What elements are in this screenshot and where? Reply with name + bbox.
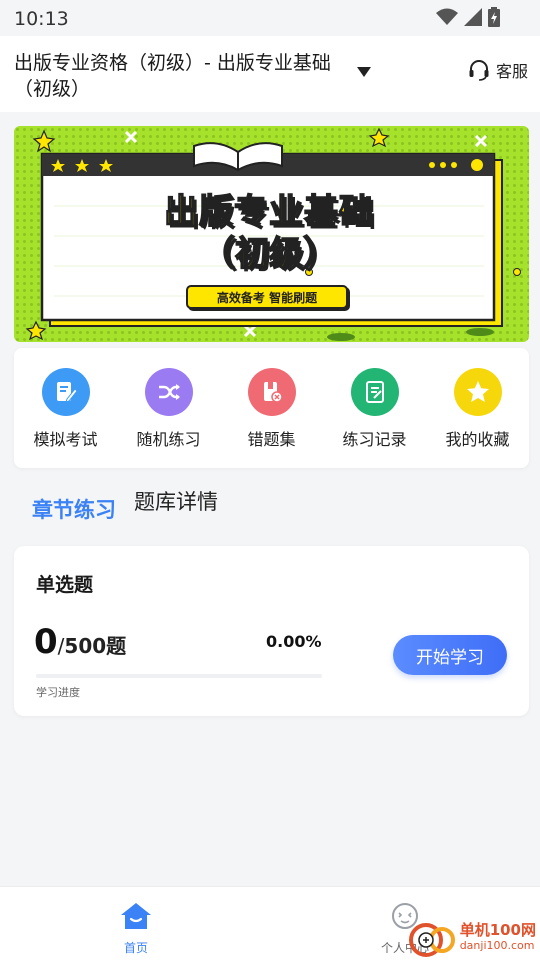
caret-down-icon[interactable] (356, 66, 372, 78)
headset-icon (469, 60, 489, 81)
status-icons (436, 7, 500, 27)
star-icon (453, 368, 502, 416)
start-study-button[interactable]: 开始学习 (393, 635, 507, 675)
content-tabs: 章节练习 题库详情 (32, 490, 218, 524)
shortcut-label: 模拟考试 (33, 430, 98, 449)
exam-icon (41, 368, 90, 416)
shortcut-panel: 模拟考试 随机练习 错题集 练习记录 我的收藏 (14, 348, 529, 468)
shortcut-mock-exam[interactable]: 模拟考试 (14, 368, 117, 450)
record-icon (350, 368, 399, 416)
shortcut-label: 错题集 (247, 430, 296, 449)
home-icon (121, 903, 151, 929)
shortcut-my-favorites[interactable]: 我的收藏 (426, 368, 529, 450)
shortcut-practice-record[interactable]: 练习记录 (323, 368, 426, 450)
tab-home[interactable]: 首页 (108, 901, 164, 956)
tab-chapter-practice[interactable]: 章节练习 (32, 494, 116, 524)
count-separator: / (57, 634, 65, 658)
question-type-card: 单选题 0 / 500 题 0.00% 学习进度 开始学习 (14, 546, 529, 716)
customer-service-button[interactable]: 客服 (468, 58, 528, 82)
watermark-logo-icon (408, 923, 455, 957)
progress-percent: 0.00% (266, 632, 322, 651)
progress-label: 学习进度 (36, 686, 80, 699)
watermark-url: danji100.com (459, 939, 535, 952)
signal-icon (464, 8, 482, 26)
questions-done: 0 (34, 622, 58, 662)
shortcut-label: 练习记录 (342, 430, 407, 449)
question-count: 0 / 500 题 (34, 622, 126, 662)
wifi-icon (436, 8, 458, 25)
progress-bar (36, 674, 322, 678)
shortcut-label: 我的收藏 (445, 430, 510, 449)
questions-unit: 题 (106, 634, 127, 658)
shortcut-random-practice[interactable]: 随机练习 (117, 368, 220, 450)
battery-icon (488, 7, 500, 27)
status-bar: 10:13 (0, 0, 540, 36)
wrong-questions-icon (247, 368, 296, 416)
questions-total: 500 (64, 634, 107, 658)
site-watermark: 单机100网 danji100.com (408, 918, 536, 958)
shuffle-icon (144, 368, 193, 416)
status-time: 10:13 (14, 8, 69, 30)
banner-title-line2: （初级） (200, 233, 338, 275)
app-header: 出版专业资格（初级）- 出版专业基础（初级） 客服 (0, 36, 540, 112)
shortcut-wrong-questions[interactable]: 错题集 (220, 368, 323, 450)
banner-tagline: 高效备考 智能刷题 (186, 285, 348, 309)
tab-home-label: 首页 (123, 941, 148, 955)
shortcut-label: 随机练习 (136, 430, 201, 449)
question-type-title: 单选题 (36, 574, 94, 596)
promo-banner[interactable]: 出版专业基础 （初级） 高效备考 智能刷题 (14, 126, 529, 342)
customer-service-label: 客服 (495, 62, 528, 81)
watermark-name: 单机100网 (459, 921, 536, 939)
course-title[interactable]: 出版专业资格（初级）- 出版专业基础（初级） (14, 50, 344, 102)
tab-bank-details[interactable]: 题库详情 (134, 486, 218, 516)
